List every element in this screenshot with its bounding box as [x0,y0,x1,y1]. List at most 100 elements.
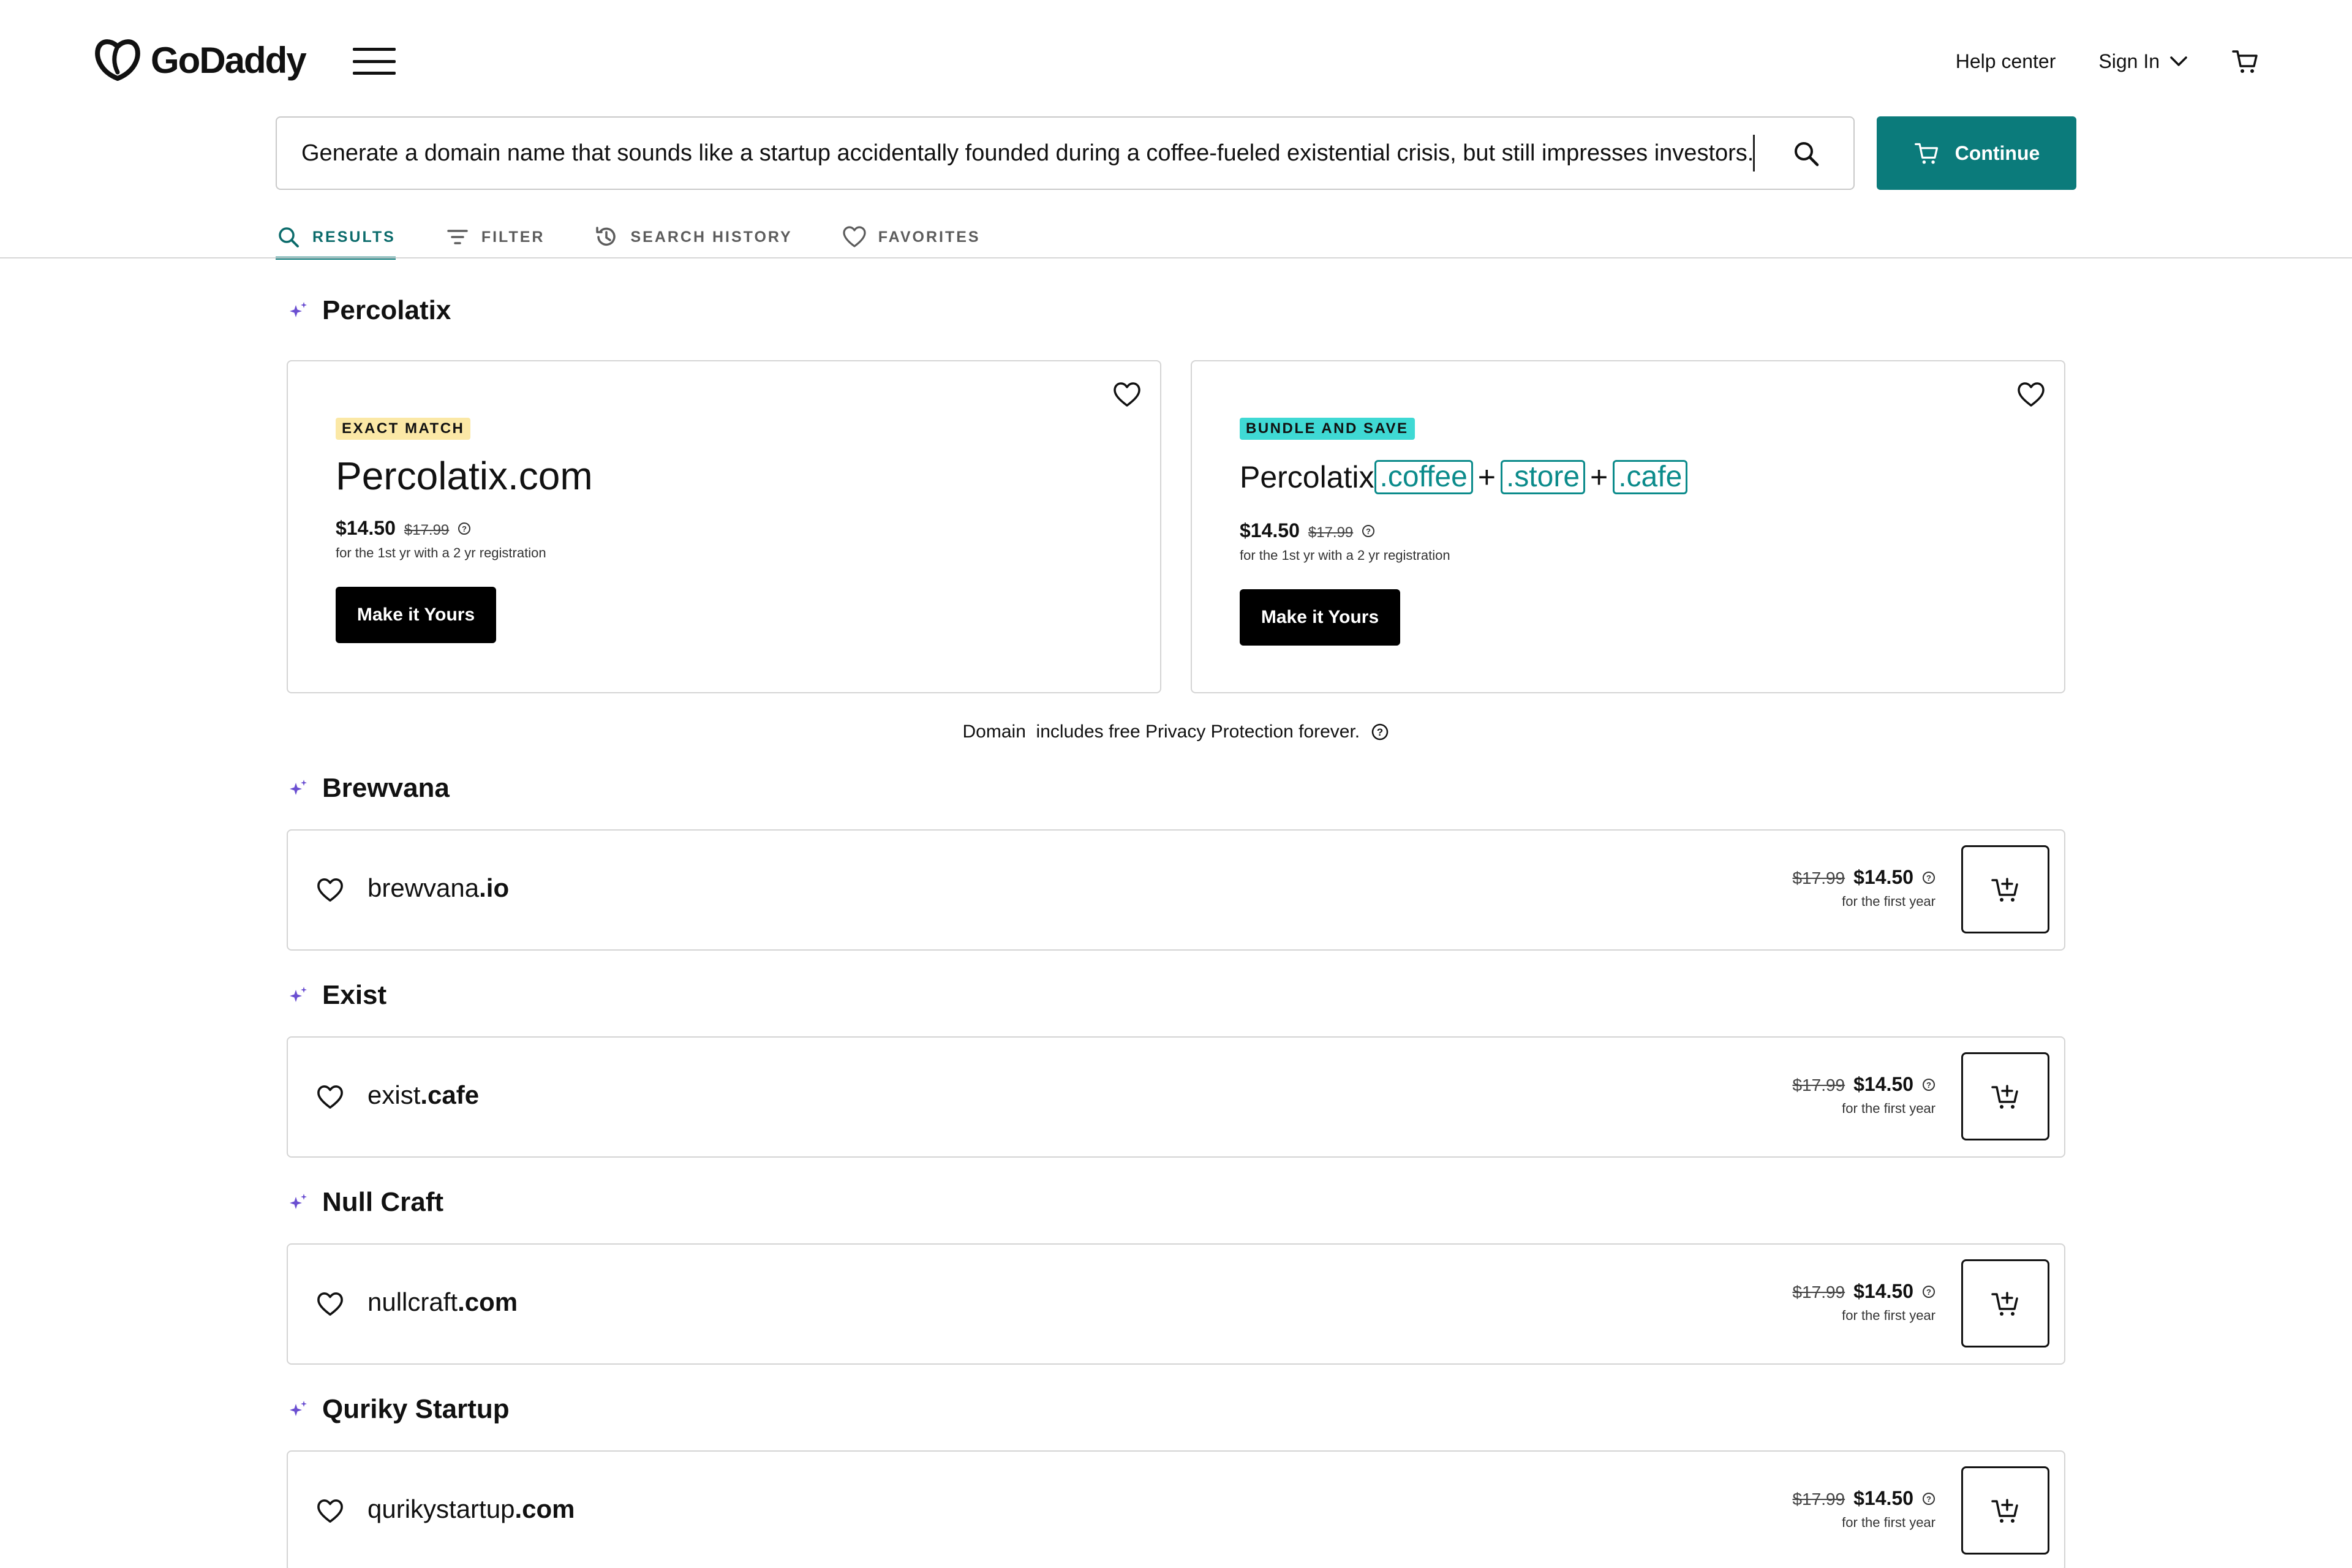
price: $14.50 [1853,1280,1913,1302]
domain-search-bar [276,116,1855,190]
info-icon[interactable]: ? [1922,1492,1936,1506]
info-icon[interactable]: ? [1362,524,1375,538]
tab-results[interactable]: RESULTS [276,216,396,260]
heart-icon[interactable] [1112,381,1142,408]
cart-icon [1914,143,1938,164]
section-title-text: Exist [322,980,387,1010]
tab-label: FILTER [481,228,545,246]
result-domain: qurikystartup.com [368,1494,575,1524]
section-title-text: Percolatix [322,295,451,325]
svg-text:?: ? [462,524,467,533]
add-to-cart-button[interactable] [1961,1259,2049,1348]
result-price: $17.99 $14.50 ? for the first year [1792,1487,1936,1531]
sign-in-button[interactable]: Sign In [2098,50,2188,73]
tab-favorites[interactable]: FAVORITES [842,216,981,258]
domain-name: brewvana [368,873,480,902]
plus-sign: + [1590,460,1608,494]
svg-text:?: ? [1926,1287,1931,1297]
result-domain: exist.cafe [368,1080,479,1110]
sparkle-icon [290,302,307,317]
chevron-down-icon [2170,56,2187,66]
section-title-text: Brewvana [322,773,450,803]
sparkle-icon [290,1194,307,1209]
section-title-text: Null Craft [322,1187,443,1217]
info-icon[interactable]: ? [1922,871,1936,884]
tab-search-history[interactable]: SEARCH HISTORY [594,216,792,258]
search-icon [279,227,299,247]
result-price: $17.99 $14.50 ? for the first year [1792,1073,1936,1117]
heart-icon[interactable] [316,1084,344,1110]
price: $14.50 [1853,1073,1913,1095]
section-title: Exist [288,980,386,1011]
price-subtext: for the first year [1842,1308,1936,1323]
price: $14.50 [336,517,396,539]
tab-filter[interactable]: FILTER [445,216,545,258]
result-price: $17.99 $14.50 ? for the first year [1792,866,1936,910]
help-center-link[interactable]: Help center [1956,50,2056,73]
menu-icon-line [353,48,396,51]
domain-result-row: brewvana.io $17.99 $14.50 ? for the firs… [287,829,2065,951]
domain-tld: .cafe [420,1080,480,1109]
exact-match-card: EXACT MATCH Percolatix.com $14.50 $17.99… [287,360,1161,693]
sparkle-icon [290,780,307,795]
tld-store: .store [1500,460,1586,494]
add-to-cart-button[interactable] [1961,1466,2049,1555]
domain-tld: .com [458,1287,518,1316]
privacy-text: Domain includes free Privacy Protection … [962,722,1360,742]
info-icon[interactable]: ? [458,522,471,535]
logo-text: GoDaddy [151,39,307,81]
make-it-yours-button[interactable]: Make it Yours [1240,589,1400,646]
domain-tld: .io [479,873,510,902]
price-subtext: for the first year [1842,1515,1936,1530]
heart-icon[interactable] [316,877,344,903]
continue-button[interactable]: Continue [1877,116,2076,190]
search-input[interactable] [301,140,1753,167]
domain-name: nullcraft [368,1287,458,1316]
cart-icon[interactable] [2231,47,2260,76]
sparkle-icon [290,987,307,1002]
price-line: $17.99 $14.50 ? [1792,1073,1936,1096]
search-icon[interactable] [1791,138,1822,169]
price-subtext: for the first year [1842,894,1936,909]
domain-name: exist [368,1080,421,1109]
top-nav: Help center Sign In [1956,43,2260,80]
price: $14.50 [1240,519,1300,541]
bundle-badge: BUNDLE AND SAVE [1240,418,1415,440]
price: $14.50 [1853,1487,1913,1509]
sign-in-label: Sign In [2098,50,2160,72]
exact-domain-name: Percolatix.com [336,454,593,498]
heart-icon[interactable] [316,1291,344,1317]
price-line: $17.99 $14.50 ? [1792,1280,1936,1303]
history-icon [596,227,616,246]
godaddy-logo-icon [95,39,140,81]
heart-icon[interactable] [2016,381,2046,408]
menu-icon-line [353,72,396,75]
add-to-cart-button[interactable] [1961,845,2049,933]
old-price: $17.99 [404,522,450,538]
make-it-yours-button[interactable]: Make it Yours [336,587,496,643]
continue-label: Continue [1954,141,2040,164]
tld-coffee: .coffee [1374,460,1473,494]
text-caret [1753,135,1755,172]
tabs-divider [0,257,2352,258]
domain-tld: .com [514,1494,575,1523]
heart-icon[interactable] [316,1498,344,1524]
info-icon[interactable]: ? [1371,723,1389,741]
info-icon[interactable]: ? [1922,1078,1936,1091]
exact-price-row: $14.50 $17.99 ? [336,517,471,540]
plus-sign: + [1477,460,1496,494]
godaddy-logo[interactable]: GoDaddy [92,36,307,85]
heart-icon [843,226,866,247]
domain-result-row: exist.cafe $17.99 $14.50 ? for the first… [287,1036,2065,1158]
menu-button[interactable] [353,48,396,75]
add-to-cart-button[interactable] [1961,1052,2049,1140]
old-price: $17.99 [1792,1076,1845,1095]
info-icon[interactable]: ? [1922,1285,1936,1298]
tab-label: FAVORITES [878,228,981,246]
add-to-cart-icon [1991,1292,2018,1316]
price-subtext: for the 1st yr with a 2 yr registration [1240,548,1450,563]
filter-icon [447,230,468,244]
price-line: $17.99 $14.50 ? [1792,1487,1936,1510]
section-title: Quriky Startup [288,1394,510,1425]
site-header: GoDaddy Help center Sign In [0,0,2352,116]
